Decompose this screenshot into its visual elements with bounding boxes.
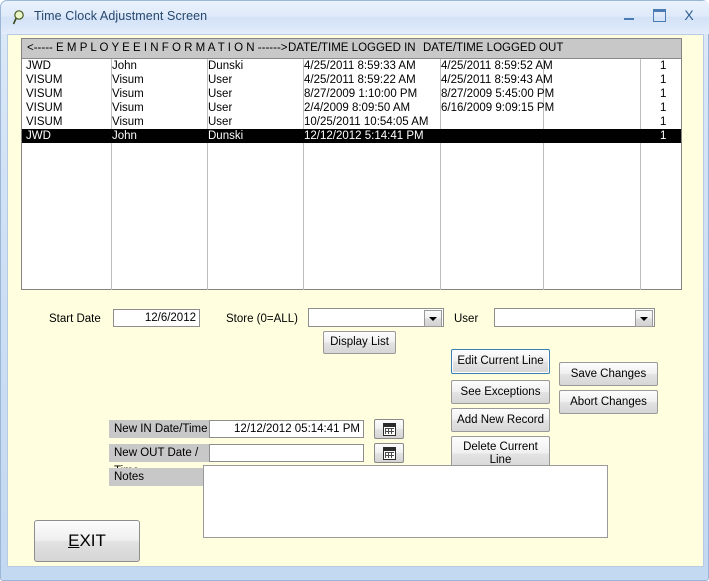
- table-cell: Dunski: [208, 60, 244, 72]
- title-bar: Time Clock Adjustment Screen X: [1, 1, 709, 34]
- start-date-input[interactable]: 12/6/2012: [113, 309, 200, 327]
- abort-changes-button[interactable]: Abort Changes: [559, 390, 658, 414]
- table-cell: JWD: [26, 60, 51, 72]
- table-cell: 4/25/2011 8:59:22 AM: [304, 74, 416, 86]
- exit-button[interactable]: EXIT: [34, 520, 140, 562]
- edit-current-line-button[interactable]: Edit Current Line: [451, 349, 550, 374]
- calendar-icon: [382, 446, 396, 460]
- table-cell: 1: [660, 130, 667, 142]
- table-cell: User: [208, 74, 233, 86]
- minimize-button[interactable]: [614, 5, 644, 25]
- table-cell: Dunski: [208, 130, 244, 142]
- table-cell: VISUM: [26, 102, 63, 114]
- table-cell: 10/25/2011 10:54:05 AM: [304, 116, 429, 128]
- table-row[interactable]: JWD John Dunski 4/25/2011 8:59:33 AM 4/25/20…: [22, 59, 681, 73]
- new-in-datetime-label: New IN Date/Time: [109, 420, 209, 438]
- client-area: <----- E M P L O Y E E I N F O R M A T I…: [7, 34, 704, 567]
- table-cell: 6/16/2009 9:09:15 PM: [441, 102, 555, 114]
- table-cell: 4/25/2011 8:59:33 AM: [304, 60, 416, 72]
- chevron-down-icon[interactable]: [424, 310, 442, 327]
- new-out-calendar-button[interactable]: [374, 443, 404, 463]
- close-icon: X: [684, 7, 694, 23]
- chevron-down-icon[interactable]: [635, 310, 653, 327]
- table-cell: 4/25/2011 8:59:43 AM: [441, 74, 553, 86]
- table-cell: VISUM: [26, 88, 63, 100]
- new-out-datetime-label: New OUT Date / Time: [109, 444, 209, 477]
- column-header-logged-in: DATE/TIME LOGGED IN: [288, 42, 416, 54]
- table-cell: 1: [660, 102, 667, 114]
- timeclock-records-grid[interactable]: <----- E M P L O Y E E I N F O R M A T I…: [21, 38, 682, 290]
- store-label: Store (0=ALL): [226, 313, 298, 325]
- table-cell: 1: [660, 88, 667, 100]
- table-row[interactable]: VISUM Visum User 2/4/2009 8:09:50 AM 6/16/20…: [22, 101, 681, 115]
- table-row[interactable]: VISUM Visum User 4/25/2011 8:59:22 AM 4/25/2…: [22, 73, 681, 87]
- minimize-icon: [624, 17, 634, 20]
- table-row[interactable]: VISUM Visum User 10/25/2011 10:54:05 AM 1: [22, 115, 681, 129]
- application-window: Time Clock Adjustment Screen X <----- E …: [0, 0, 709, 581]
- exit-accel-letter: E: [68, 531, 80, 550]
- new-out-datetime-input[interactable]: [209, 444, 364, 462]
- save-changes-button[interactable]: Save Changes: [559, 362, 658, 386]
- table-cell: 1: [660, 60, 667, 72]
- table-row[interactable]: VISUM Visum User 8/27/2009 1:10:00 PM 8/27/2…: [22, 87, 681, 101]
- maximize-icon: [652, 8, 666, 22]
- table-cell: John: [112, 130, 137, 142]
- table-cell: 8/27/2009 5:45:00 PM: [441, 88, 555, 100]
- calendar-icon: [382, 422, 396, 436]
- column-header-logged-out: DATE/TIME LOGGED OUT: [423, 42, 564, 54]
- column-header-employee-information: <----- E M P L O Y E E I N F O R M A T I…: [27, 42, 288, 54]
- magnifier-icon: [12, 9, 29, 26]
- add-new-record-button[interactable]: Add New Record: [451, 408, 550, 432]
- exit-label-rest: XIT: [79, 531, 106, 550]
- notes-textarea[interactable]: [203, 465, 608, 538]
- maximize-button[interactable]: [644, 5, 674, 25]
- table-cell: Visum: [112, 74, 144, 86]
- table-cell: 8/27/2009 1:10:00 PM: [304, 88, 418, 100]
- table-cell: VISUM: [26, 74, 63, 86]
- table-cell: User: [208, 116, 233, 128]
- table-cell: User: [208, 88, 233, 100]
- table-cell: 1: [660, 74, 667, 86]
- table-cell: 12/12/2012 5:14:41 PM: [304, 130, 424, 142]
- store-dropdown[interactable]: [308, 308, 444, 327]
- user-label: User: [454, 313, 479, 325]
- user-dropdown[interactable]: [494, 308, 655, 327]
- table-cell: JWD: [26, 130, 51, 142]
- table-cell: Visum: [112, 102, 144, 114]
- table-cell: Visum: [112, 88, 144, 100]
- table-cell: John: [112, 60, 137, 72]
- table-cell: Visum: [112, 116, 144, 128]
- table-cell: VISUM: [26, 116, 63, 128]
- grid-header-row: <----- E M P L O Y E E I N F O R M A T I…: [22, 39, 681, 59]
- start-date-label: Start Date: [49, 313, 101, 325]
- table-cell: 2/4/2009 8:09:50 AM: [304, 102, 411, 114]
- window-title: Time Clock Adjustment Screen: [34, 9, 208, 23]
- display-list-button[interactable]: Display List: [323, 331, 396, 354]
- exit-button-label: EXIT: [68, 531, 106, 551]
- window-controls: X: [614, 5, 704, 25]
- close-button[interactable]: X: [674, 5, 704, 25]
- new-in-datetime-input[interactable]: 12/12/2012 05:14:41 PM: [209, 420, 364, 438]
- table-cell: User: [208, 102, 233, 114]
- table-cell: 4/25/2011 8:59:52 AM: [441, 60, 553, 72]
- table-row[interactable]: JWD John Dunski 12/12/2012 5:14:41 PM 1: [22, 129, 681, 143]
- notes-label: Notes: [109, 468, 209, 486]
- new-in-calendar-button[interactable]: [374, 419, 404, 439]
- grid-body[interactable]: JWD John Dunski 4/25/2011 8:59:33 AM 4/25/20…: [22, 59, 681, 290]
- table-cell: 1: [660, 116, 667, 128]
- see-exceptions-button[interactable]: See Exceptions: [451, 380, 550, 404]
